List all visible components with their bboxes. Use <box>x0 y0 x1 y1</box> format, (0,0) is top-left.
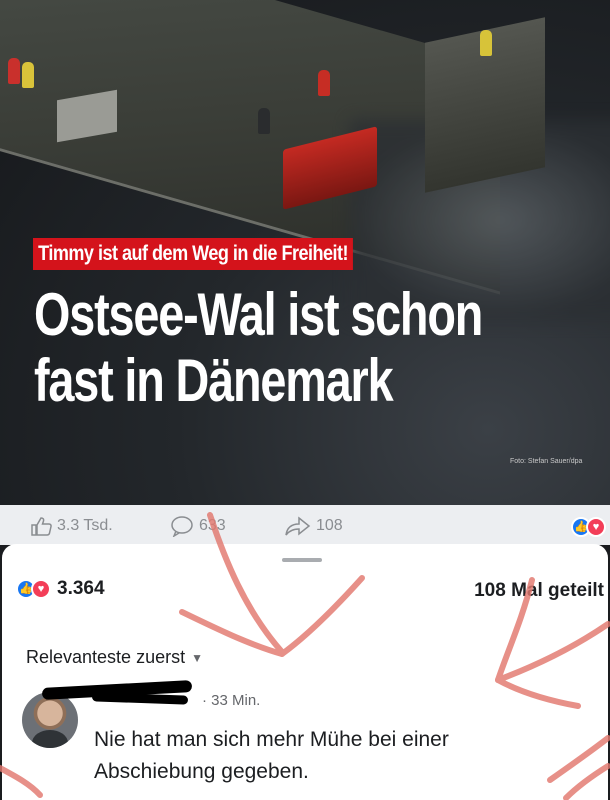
comment-timestamp: · 33 Min. <box>202 692 261 709</box>
worker-figure <box>258 108 270 134</box>
post-action-bar: 3.3 Tsd. 633 108 👍 ♥ <box>0 505 610 545</box>
news-photo[interactable]: Timmy ist auf dem Weg in die Freiheit! O… <box>0 0 610 505</box>
sheet-drag-handle[interactable] <box>282 558 322 562</box>
like-count: 3.3 Tsd. <box>57 517 113 534</box>
like-action[interactable]: 3.3 Tsd. <box>30 515 113 537</box>
comment-count: 633 <box>199 517 226 534</box>
share-action[interactable]: 108 <box>285 515 343 537</box>
comment-text: Nie hat man sich mehr Mühe bei einer Abs… <box>94 728 449 783</box>
worker-figure <box>22 62 34 88</box>
reaction-summary-mini[interactable]: 👍 ♥ <box>571 517 606 537</box>
share-summary[interactable]: 108 Mal geteilt <box>474 580 604 602</box>
avatar[interactable] <box>22 692 78 748</box>
redacted-author-name <box>91 692 189 705</box>
comment-bubble-icon <box>171 516 193 537</box>
worker-figure <box>480 30 492 56</box>
reaction-summary[interactable]: 👍 ♥ 3.364 <box>16 578 105 600</box>
reaction-count: 3.364 <box>57 578 105 599</box>
photo-credit: Foto: Stefan Sauer/dpa <box>510 458 583 465</box>
comment-action[interactable]: 633 <box>170 515 226 537</box>
chevron-down-icon: ▼ <box>191 650 203 665</box>
article-headline[interactable]: Ostsee-Wal ist schon fast in Dänemark <box>34 282 596 414</box>
comment-sort-dropdown[interactable]: Relevanteste zuerst ▼ <box>26 647 203 668</box>
worker-figure <box>8 58 20 84</box>
worker-figure <box>318 70 330 96</box>
sort-label: Relevanteste zuerst <box>26 647 186 667</box>
share-count: 108 <box>316 517 343 534</box>
love-reaction-icon: ♥ <box>586 517 606 537</box>
comments-sheet[interactable]: 👍 ♥ 3.364 108 Mal geteilt Relevanteste z… <box>2 544 608 800</box>
headline-line-2: fast in Dänemark <box>34 347 394 414</box>
thumbs-up-icon <box>31 517 52 536</box>
headline-line-1: Ostsee-Wal ist schon <box>34 281 483 348</box>
share-arrow-icon <box>285 516 311 536</box>
article-kicker: Timmy ist auf dem Weg in die Freiheit! <box>33 238 354 270</box>
love-reaction-icon: ♥ <box>31 579 51 599</box>
